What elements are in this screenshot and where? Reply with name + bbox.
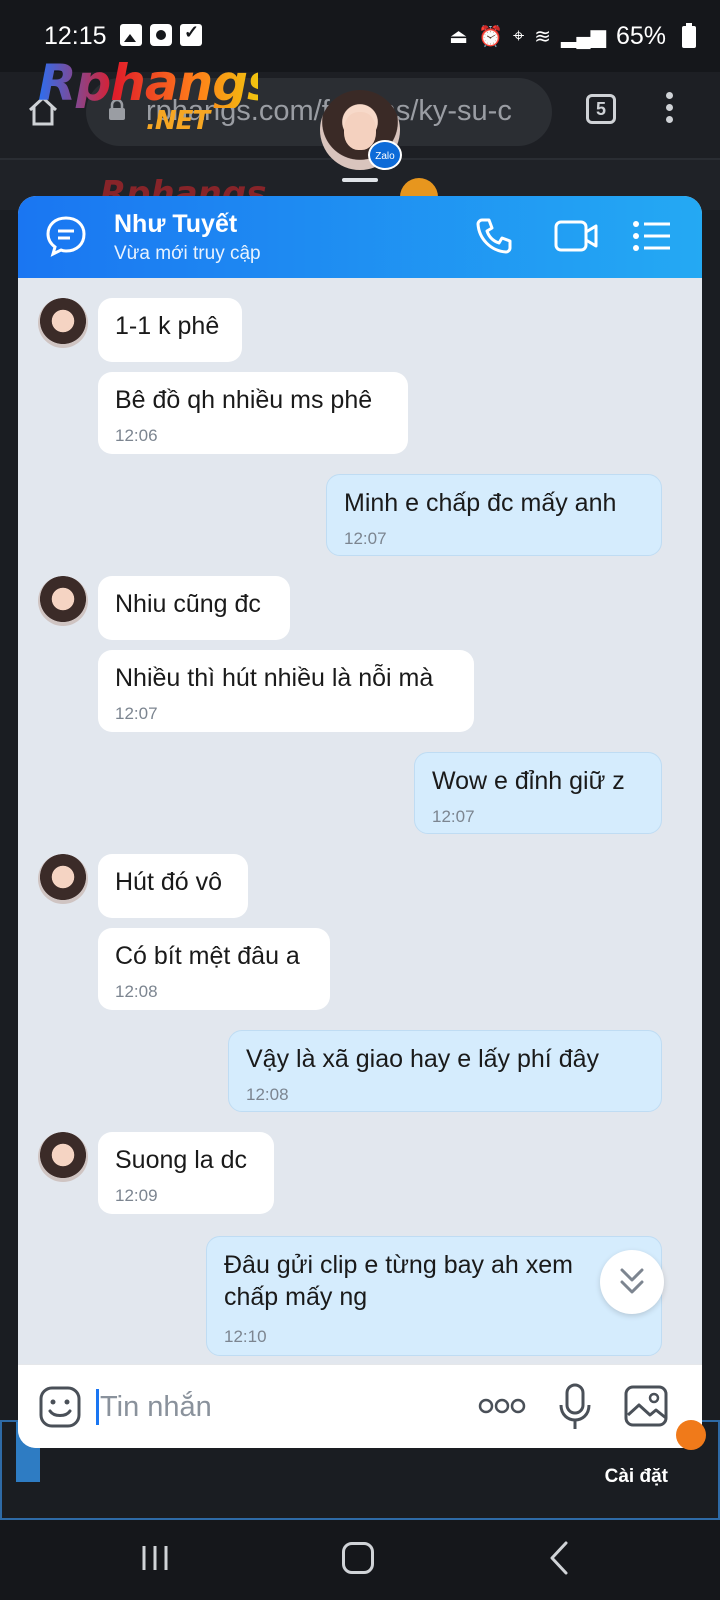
scroll-to-bottom-button[interactable] [600,1250,664,1314]
system-icons: ⏏ ⏰ ⌖ ≋ ▂▄▆ 65% [449,22,666,51]
contact-avatar[interactable] [38,854,88,904]
sticker-emoji-icon[interactable] [38,1385,82,1429]
message-text: 1-1 k phê [115,312,220,340]
system-navigation-bar [0,1520,720,1600]
message-text: Vậy là xã giao hay e lấy phí đây [246,1045,600,1073]
message-time: 12:09 [115,1186,158,1205]
zalo-badge: Zalo [368,140,402,170]
message-time: 12:06 [115,426,158,445]
phone-call-icon[interactable] [474,216,514,256]
options-list-icon[interactable] [632,218,672,254]
microphone-icon[interactable] [558,1383,592,1431]
wifi-icon: ≋ [534,26,552,48]
contact-name: Như Tuyết [114,210,238,238]
site-logo-text: Rphangs [38,54,277,112]
message-bubble-outgoing[interactable]: Wow e đỉnh giữ z 12:07 [414,752,662,834]
home-button[interactable] [342,1542,374,1574]
message-bubble-outgoing[interactable]: Vậy là xã giao hay e lấy phí đây 12:08 [228,1030,662,1112]
contact-status: Vừa mới truy cập [114,243,261,264]
location-icon: ⌖ [512,25,525,47]
video-call-icon[interactable] [554,218,598,254]
message-time: 12:08 [246,1085,289,1104]
drag-handle[interactable] [342,178,378,182]
message-text: Nhiều thì hút nhiều là nỗi mà [115,664,434,692]
more-options-icon[interactable] [478,1397,526,1415]
chat-bubble-window: Như Tuyết Vừa mới truy cập 1-1 k phê Bê … [18,196,702,1448]
message-bubble-incoming[interactable]: Hút đó vô [98,854,248,918]
message-bubble-incoming[interactable]: Suong la dc 12:09 [98,1132,274,1214]
message-text-line2: chấp mấy ng [224,1283,368,1311]
message-bubble-outgoing[interactable]: Đâu gửi clip e từng bay ah xem chấp mấy … [206,1236,662,1356]
message-list[interactable]: 1-1 k phê Bê đồ qh nhiều ms phê 12:06 Mi… [18,278,702,1364]
message-bubble-incoming[interactable]: Nhiu cũng đc [98,576,290,640]
message-input[interactable] [100,1385,460,1429]
image-gallery-icon[interactable] [624,1385,668,1427]
message-composer [18,1364,702,1448]
back-icon[interactable] [548,1540,570,1576]
message-text: Wow e đỉnh giữ z [432,767,625,795]
message-bubble-incoming[interactable]: 1-1 k phê [98,298,242,362]
contact-avatar[interactable] [38,298,88,348]
chevron-down-icon [620,1268,644,1294]
chat-icon[interactable] [44,214,88,258]
message-bubble-outgoing[interactable]: Minh e chấp đc mấy anh 12:07 [326,474,662,556]
message-time: 12:07 [432,807,475,826]
message-text: Đâu gửi clip e từng bay ah xem [224,1251,573,1279]
recent-apps-icon[interactable] [140,1544,170,1572]
browser-menu-icon[interactable] [664,92,674,126]
message-bubble-incoming[interactable]: Nhiều thì hút nhiều là nỗi mà 12:07 [98,650,474,732]
message-time: 12:08 [115,982,158,1001]
message-text: Bê đồ qh nhiều ms phê [115,386,373,414]
message-bubble-incoming[interactable]: Bê đồ qh nhiều ms phê 12:06 [98,372,408,454]
site-logo: Rphangs .NET [38,54,277,138]
tab-switcher-button[interactable]: 5 [586,94,616,124]
checkbox-notification-icon [180,22,202,46]
battery-saver-icon: ⏏ [449,26,469,48]
text-cursor [96,1389,99,1425]
battery-percent: 65% [615,22,666,50]
message-text: Minh e chấp đc mấy anh [344,489,617,517]
message-time: 12:07 [115,704,158,723]
signal-icon: ▂▄▆ [561,26,606,48]
gallery-notification-icon [120,24,142,46]
site-logo-suffix: .NET [146,106,210,136]
message-time: 12:07 [344,529,387,548]
message-text: Suong la dc [115,1146,248,1174]
settings-link[interactable]: Cài đặt [605,1466,668,1488]
message-time: 12:10 [224,1327,267,1346]
notification-icons [120,22,202,46]
message-text: Có bít mệt đâu a [115,942,300,970]
floating-action-badge[interactable] [676,1420,706,1450]
camera-notification-icon [150,24,172,46]
contact-avatar[interactable] [38,1132,88,1182]
battery-icon [682,23,696,48]
alarm-icon: ⏰ [478,26,503,48]
contact-avatar[interactable] [38,576,88,626]
chat-header: Như Tuyết Vừa mới truy cập [18,196,702,278]
status-time: 12:15 [44,22,107,50]
message-bubble-incoming[interactable]: Có bít mệt đâu a 12:08 [98,928,330,1010]
message-text: Nhiu cũng đc [115,590,261,618]
message-text: Hút đó vô [115,868,223,896]
